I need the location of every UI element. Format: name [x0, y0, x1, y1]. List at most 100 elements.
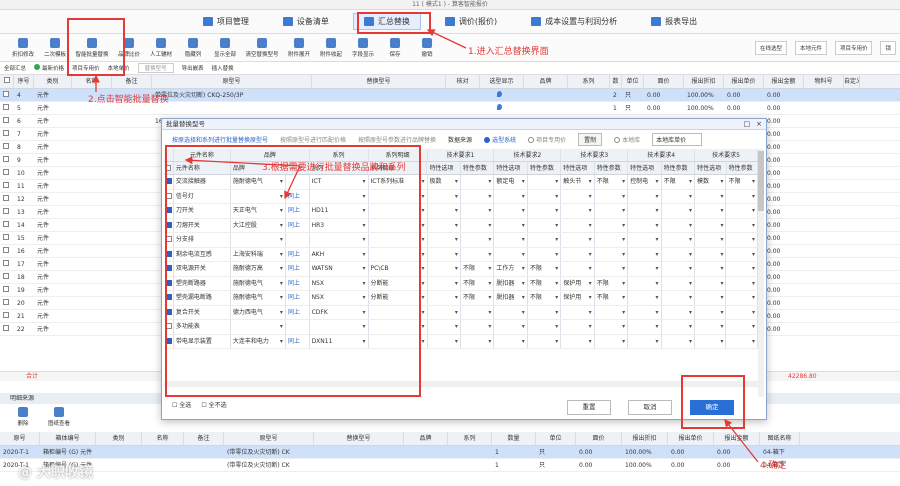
dropdown-cell[interactable]	[662, 233, 695, 247]
dropdown-cell[interactable]	[428, 305, 461, 319]
dropdown-cell[interactable]	[595, 305, 629, 319]
dropdown-cell[interactable]	[461, 218, 495, 232]
dropdown-cell[interactable]	[561, 334, 595, 348]
tab-cost-profit[interactable]: 成本设置与利润分析	[521, 14, 627, 29]
dropdown-cell[interactable]	[561, 262, 595, 276]
dropdown-cell[interactable]	[561, 218, 595, 232]
dropdown-cell[interactable]	[695, 305, 727, 319]
latest-price-toggle[interactable]: 最新价格	[34, 64, 64, 72]
dropdown-cell[interactable]	[695, 276, 727, 290]
dropdown-cell[interactable]	[628, 262, 662, 276]
dropdown-cell[interactable]	[662, 218, 695, 232]
dropdown-cell[interactable]	[561, 247, 595, 261]
dropdown-cell[interactable]: 保护用	[561, 276, 595, 290]
dropdown-cell[interactable]	[695, 291, 727, 305]
dropdown-cell[interactable]	[628, 320, 662, 334]
labor-material-button[interactable]: 人工辅材	[148, 37, 174, 58]
dropdown-cell[interactable]	[595, 320, 629, 334]
dropdown-cell[interactable]	[494, 218, 528, 232]
dropdown-cell[interactable]	[595, 247, 629, 261]
view-drawing-button[interactable]: 图纸查看	[46, 407, 72, 427]
row-checkbox[interactable]	[0, 310, 14, 322]
dropdown-cell[interactable]	[428, 320, 461, 334]
dropdown-cell[interactable]	[428, 218, 461, 232]
dropdown-cell[interactable]	[695, 189, 727, 203]
dropdown-cell[interactable]	[461, 247, 495, 261]
source-radio-selection[interactable]: 选型系统	[484, 135, 516, 144]
hide-column-button[interactable]: 隐藏列	[180, 37, 206, 58]
dropdown-cell[interactable]	[628, 334, 662, 348]
dropdown-cell[interactable]	[528, 247, 562, 261]
dropdown-cell[interactable]	[561, 233, 595, 247]
dropdown-cell[interactable]	[628, 204, 662, 218]
dropdown-cell[interactable]	[726, 189, 758, 203]
tab-project[interactable]: 项目管理	[193, 14, 259, 29]
dropdown-cell[interactable]	[726, 320, 758, 334]
dropdown-cell[interactable]	[726, 233, 758, 247]
export-table-button[interactable]: 导出嵌表	[182, 64, 204, 72]
dropdown-cell[interactable]	[528, 204, 562, 218]
tab-report-export[interactable]: 报表导出	[641, 14, 707, 29]
row-checkbox[interactable]	[0, 180, 14, 192]
dropdown-cell[interactable]	[595, 233, 629, 247]
row-checkbox[interactable]	[0, 206, 14, 218]
dropdown-cell[interactable]	[695, 247, 727, 261]
row-checkbox[interactable]	[0, 89, 14, 101]
attachment-expand-button[interactable]: 附件展开	[286, 37, 312, 58]
dropdown-cell[interactable]: 极数	[428, 175, 461, 189]
dropdown-cell[interactable]	[494, 320, 528, 334]
dropdown-cell[interactable]	[494, 189, 528, 203]
dropdown-cell[interactable]	[662, 276, 695, 290]
row-checkbox[interactable]	[0, 284, 14, 296]
dropdown-cell[interactable]	[695, 233, 727, 247]
dropdown-cell[interactable]: 保护用	[561, 291, 595, 305]
dropdown-cell[interactable]	[695, 262, 727, 276]
local-component-button[interactable]: 本地元件	[794, 40, 827, 55]
dropdown-cell[interactable]	[494, 305, 528, 319]
dropdown-cell[interactable]	[662, 305, 695, 319]
dropdown-cell[interactable]: 不限	[461, 291, 495, 305]
dropdown-cell[interactable]	[561, 320, 595, 334]
dropdown-cell[interactable]	[628, 247, 662, 261]
insert-replace-button[interactable]: 插入替换	[212, 64, 234, 72]
dropdown-cell[interactable]	[595, 262, 629, 276]
secondary-template-button[interactable]: 二次模板	[42, 37, 68, 58]
dropdown-cell[interactable]	[726, 305, 758, 319]
dropdown-cell[interactable]	[428, 262, 461, 276]
row-checkbox[interactable]	[0, 193, 14, 205]
dropdown-cell[interactable]	[628, 291, 662, 305]
dropdown-cell[interactable]	[528, 189, 562, 203]
dropdown-cell[interactable]	[662, 204, 695, 218]
dropdown-cell[interactable]	[428, 204, 461, 218]
deselect-all-button[interactable]: ☐ 全不选	[201, 400, 226, 409]
dropdown-cell[interactable]: 不限	[528, 276, 562, 290]
dropdown-cell[interactable]: 脱扣器	[494, 276, 528, 290]
dropdown-cell[interactable]	[628, 276, 662, 290]
dropdown-cell[interactable]	[461, 204, 495, 218]
dropdown-cell[interactable]: 不限	[595, 291, 629, 305]
dropdown-cell[interactable]	[561, 305, 595, 319]
dropdown-cell[interactable]	[461, 320, 495, 334]
location-pin-icon[interactable]	[497, 104, 502, 110]
select-all-button[interactable]: ☐ 全选	[172, 400, 191, 409]
row-checkbox[interactable]	[0, 323, 14, 335]
dropdown-cell[interactable]	[528, 320, 562, 334]
dropdown-cell[interactable]	[726, 204, 758, 218]
dropdown-cell[interactable]	[662, 291, 695, 305]
discount-edit-button[interactable]: 折扣修改	[10, 37, 36, 58]
row-checkbox[interactable]	[0, 141, 14, 153]
row-checkbox[interactable]	[0, 258, 14, 270]
dropdown-cell[interactable]	[726, 334, 758, 348]
dropdown-cell[interactable]	[595, 204, 629, 218]
row-checkbox[interactable]	[0, 115, 14, 127]
dropdown-cell[interactable]	[494, 204, 528, 218]
dropdown-cell[interactable]	[726, 218, 758, 232]
dropdown-cell[interactable]	[628, 218, 662, 232]
tab-adjust-price[interactable]: 调价(报价)	[435, 14, 507, 29]
save-button[interactable]: 保存	[382, 37, 408, 58]
dropdown-cell[interactable]	[461, 305, 495, 319]
dropdown-cell[interactable]: 不限	[461, 262, 495, 276]
dropdown-cell[interactable]	[662, 247, 695, 261]
row-checkbox[interactable]	[0, 154, 14, 166]
dropdown-cell[interactable]: 脱扣器	[494, 291, 528, 305]
